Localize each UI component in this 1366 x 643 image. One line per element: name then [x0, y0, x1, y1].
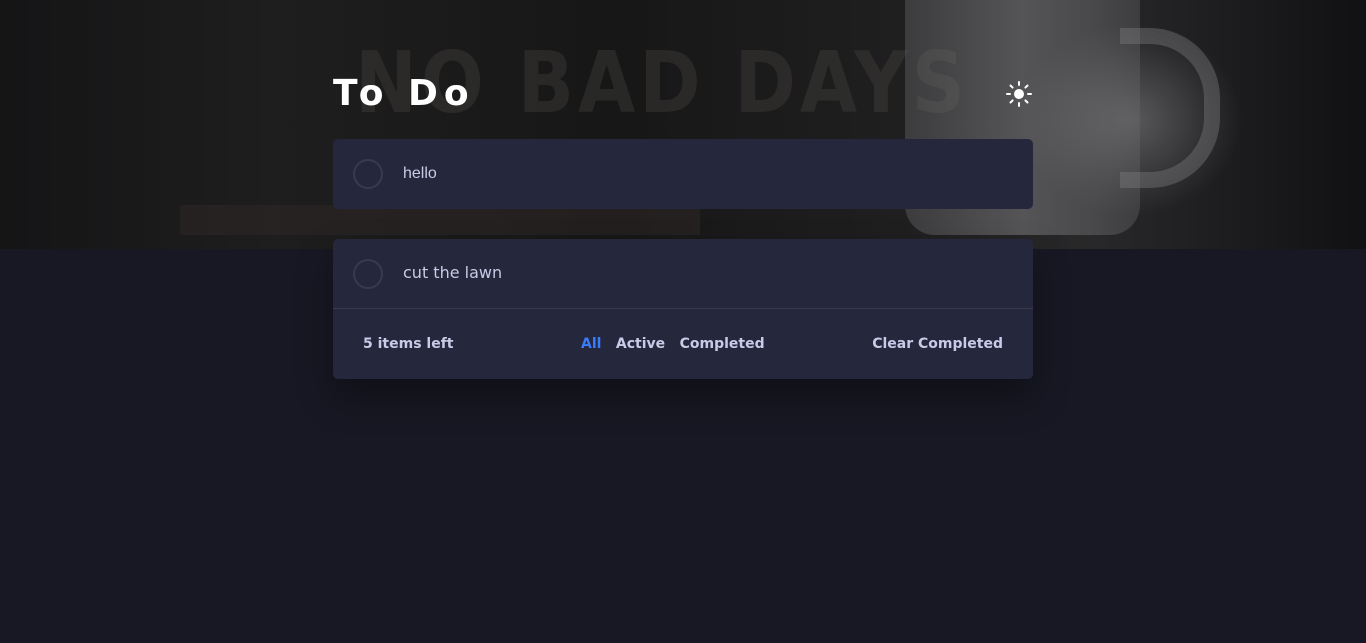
theme-toggle-button[interactable]	[1005, 80, 1033, 108]
page-title: To Do	[333, 73, 475, 114]
items-left-count: 5 items left	[363, 336, 454, 352]
new-todo-check-circle[interactable]	[353, 159, 383, 189]
filter-active-button[interactable]: Active	[616, 309, 665, 379]
filter-completed-button[interactable]: Completed	[680, 309, 765, 379]
new-todo-card	[333, 139, 1033, 209]
hero-overlay	[0, 0, 1366, 249]
filter-group: All Active Completed	[581, 309, 775, 379]
todo-footer: 5 items left All Active Completed Clear …	[333, 309, 1033, 379]
app-header: To Do	[333, 72, 1033, 116]
hero-background-image: NO BAD DAYS	[0, 0, 1366, 249]
filter-all-button[interactable]: All	[581, 309, 601, 379]
new-todo-input[interactable]	[403, 139, 1003, 209]
clear-completed-button[interactable]: Clear Completed	[872, 309, 1003, 379]
sun-icon	[1006, 81, 1032, 107]
todo-check-circle[interactable]	[353, 259, 383, 289]
todo-item[interactable]: cut the lawn	[333, 239, 1033, 309]
todo-item-text: cut the lawn	[403, 263, 503, 282]
todo-list: cut the lawn 5 items left All Active Com…	[333, 239, 1033, 379]
